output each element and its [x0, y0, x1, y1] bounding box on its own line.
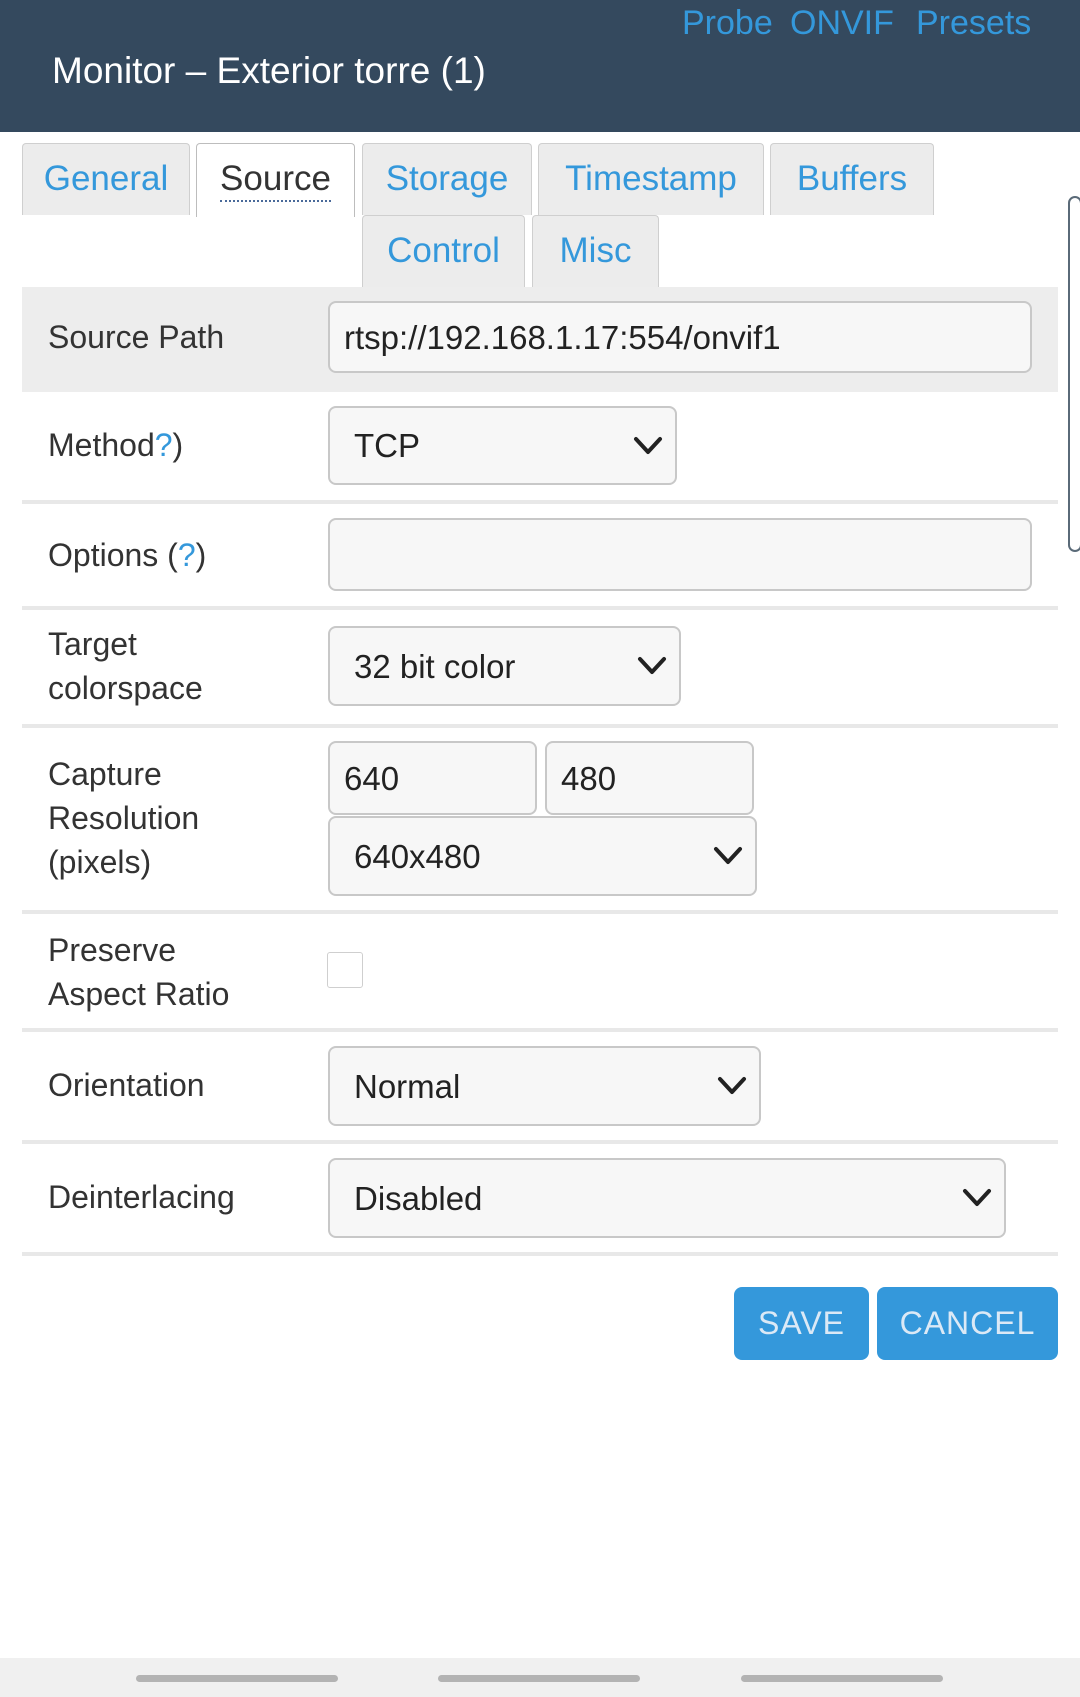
method-select[interactable]: TCP	[328, 406, 677, 485]
options-label-text: Options (	[48, 537, 178, 573]
tab-general[interactable]: General	[22, 143, 190, 215]
tab-source-label: Source	[220, 159, 331, 202]
preserve-aspect-label: Preserve Aspect Ratio	[48, 928, 229, 1016]
preserve-aspect-checkbox[interactable]	[327, 952, 363, 988]
tab-source[interactable]: Source	[196, 143, 355, 217]
chevron-down-icon	[714, 847, 742, 864]
presets-link[interactable]: Presets	[916, 4, 1031, 43]
tab-buffers[interactable]: Buffers	[770, 143, 934, 215]
tab-storage-label: Storage	[385, 159, 509, 198]
source-path-label: Source Path	[48, 319, 225, 355]
colorspace-select[interactable]: 32 bit color	[328, 626, 681, 706]
tab-general-label: General	[43, 159, 169, 198]
onvif-link[interactable]: ONVIF	[790, 4, 894, 43]
chevron-down-icon	[638, 657, 666, 674]
tab-control[interactable]: Control	[362, 215, 525, 287]
method-label-text: Method	[48, 427, 155, 463]
capture-resolution-value: 640x480	[354, 837, 481, 875]
deinterlacing-select[interactable]: Disabled	[328, 1158, 1006, 1238]
deinterlacing-label: Deinterlacing	[48, 1179, 235, 1215]
source-path-input[interactable]: rtsp://192.168.1.17:554/onvif1	[328, 301, 1032, 373]
tab-misc[interactable]: Misc	[532, 215, 659, 287]
capture-resolution-label-line2: Resolution	[48, 800, 200, 836]
capture-resolution-select[interactable]: 640x480	[328, 816, 757, 896]
tab-control-label: Control	[387, 231, 500, 270]
tab-storage[interactable]: Storage	[362, 143, 532, 215]
nav-handle-icon[interactable]	[136, 1675, 338, 1682]
method-help-link[interactable]: ?	[155, 427, 173, 463]
capture-height-input[interactable]: 480	[545, 741, 754, 815]
scroll-thumb[interactable]	[1068, 196, 1080, 552]
options-label-suffix: )	[195, 537, 207, 573]
capture-resolution-label-line3: (pixels)	[48, 844, 152, 880]
capture-resolution-label-line1: Capture	[48, 756, 162, 792]
tab-buffers-label: Buffers	[796, 159, 908, 198]
probe-link[interactable]: Probe	[682, 4, 773, 43]
nav-handle-icon[interactable]	[438, 1675, 640, 1682]
options-help-link[interactable]: ?	[178, 537, 196, 573]
capture-width-input[interactable]: 640	[328, 741, 537, 815]
chevron-down-icon	[634, 436, 662, 454]
tab-timestamp-label: Timestamp	[565, 159, 737, 198]
chevron-down-icon	[963, 1189, 991, 1206]
header-links: Probe ONVIF Presets	[0, 4, 1080, 44]
colorspace-label-line1: Target	[48, 626, 137, 662]
cancel-button[interactable]: CANCEL	[877, 1287, 1058, 1360]
colorspace-value: 32 bit color	[354, 647, 516, 685]
deinterlacing-value: Disabled	[354, 1179, 483, 1217]
method-value: TCP	[354, 427, 420, 464]
nav-handle-icon[interactable]	[741, 1675, 943, 1682]
options-label: Options (?)	[48, 533, 206, 577]
colorspace-label-line2: colorspace	[48, 670, 203, 706]
colorspace-label: Target colorspace	[48, 622, 203, 710]
preserve-aspect-label-line2: Aspect Ratio	[48, 976, 230, 1012]
row-preserve-aspect: Preserve Aspect Ratio	[22, 914, 1058, 1032]
save-button[interactable]: SAVE	[734, 1287, 869, 1360]
method-label-suffix: )	[172, 427, 184, 463]
app-header: Probe ONVIF Presets Monitor – Exterior t…	[0, 0, 1080, 132]
method-label: Method?)	[48, 423, 183, 467]
chevron-down-icon	[718, 1077, 746, 1094]
orientation-label: Orientation	[48, 1067, 205, 1103]
orientation-value: Normal	[354, 1067, 461, 1105]
tab-timestamp[interactable]: Timestamp	[538, 143, 764, 215]
preserve-aspect-label-line1: Preserve	[48, 932, 177, 968]
tab-misc-label: Misc	[559, 231, 632, 270]
options-input[interactable]	[328, 518, 1032, 591]
orientation-select[interactable]: Normal	[328, 1046, 761, 1126]
capture-resolution-label: Capture Resolution (pixels)	[48, 752, 199, 884]
page-title: Monitor – Exterior torre (1)	[52, 50, 486, 91]
system-nav-bar	[0, 1658, 1080, 1697]
